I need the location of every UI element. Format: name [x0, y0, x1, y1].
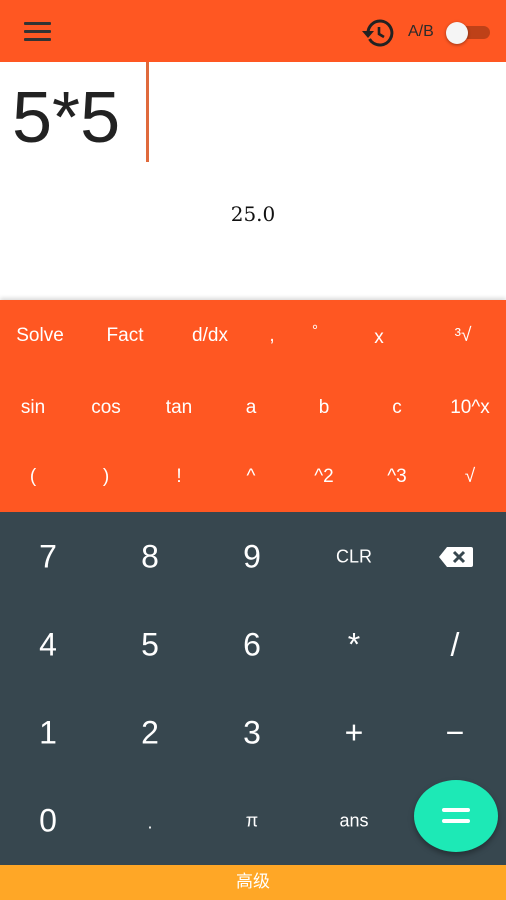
minus-key[interactable]: −: [446, 715, 465, 752]
a-key[interactable]: a: [246, 397, 257, 419]
fact-key[interactable]: Fact: [107, 325, 144, 347]
digit-1-key[interactable]: 1: [39, 715, 57, 752]
digit-8-key[interactable]: 8: [141, 539, 159, 576]
tan-key[interactable]: tan: [166, 397, 192, 419]
toggle-thumb: [446, 22, 468, 44]
variable-x-key[interactable]: x: [374, 327, 384, 349]
ten-power-key[interactable]: 10^x: [450, 397, 490, 419]
open-paren-key[interactable]: (: [30, 466, 36, 488]
hamburger-menu-icon[interactable]: [24, 22, 52, 42]
sin-key[interactable]: sin: [21, 397, 45, 419]
plus-key[interactable]: +: [345, 715, 364, 752]
result-text: 25.0: [230, 202, 276, 226]
cos-key[interactable]: cos: [91, 397, 121, 419]
toolbar: A/B: [0, 0, 506, 62]
digit-2-key[interactable]: 2: [141, 715, 159, 752]
digit-9-key[interactable]: 9: [243, 539, 261, 576]
square-key[interactable]: ^2: [314, 466, 333, 488]
multiply-key[interactable]: *: [348, 627, 360, 664]
history-icon[interactable]: [362, 18, 396, 48]
b-key[interactable]: b: [319, 397, 330, 419]
mode-toggle[interactable]: [446, 22, 490, 44]
clear-key[interactable]: CLR: [336, 547, 372, 568]
digit-5-key[interactable]: 5: [141, 627, 159, 664]
derivative-key[interactable]: d/dx: [192, 325, 228, 347]
factorial-key[interactable]: !: [176, 466, 181, 488]
decimal-point-key[interactable]: .: [147, 813, 152, 834]
digit-4-key[interactable]: 4: [39, 627, 57, 664]
solve-key[interactable]: Solve: [16, 325, 64, 347]
c-key[interactable]: c: [392, 397, 402, 419]
degree-key[interactable]: °: [312, 322, 318, 339]
mode-label: A/B: [408, 23, 434, 40]
display-area: 5*5 25.0: [0, 62, 506, 300]
digit-7-key[interactable]: 7: [39, 539, 57, 576]
text-cursor: [146, 62, 149, 162]
comma-key[interactable]: ,: [269, 325, 274, 347]
divide-key[interactable]: /: [451, 627, 460, 664]
equals-button[interactable]: [414, 780, 498, 852]
expression-input[interactable]: 5*5: [12, 76, 120, 160]
backspace-icon[interactable]: [438, 546, 474, 568]
digit-6-key[interactable]: 6: [243, 627, 261, 664]
pi-key[interactable]: π: [246, 811, 258, 832]
advanced-panel: Solve Fact d/dx , ° x ³√ sin cos tan a b…: [0, 300, 506, 512]
power-key[interactable]: ^: [247, 466, 256, 488]
cube-root-key[interactable]: ³√: [455, 325, 472, 347]
cube-key[interactable]: ^3: [387, 466, 406, 488]
close-paren-key[interactable]: ): [103, 466, 109, 488]
equals-icon: [442, 808, 470, 812]
advanced-toggle-bar[interactable]: 高级: [0, 865, 506, 900]
digit-3-key[interactable]: 3: [243, 715, 261, 752]
ans-key[interactable]: ans: [339, 811, 368, 832]
square-root-key[interactable]: √: [465, 466, 475, 488]
digit-0-key[interactable]: 0: [39, 803, 57, 840]
